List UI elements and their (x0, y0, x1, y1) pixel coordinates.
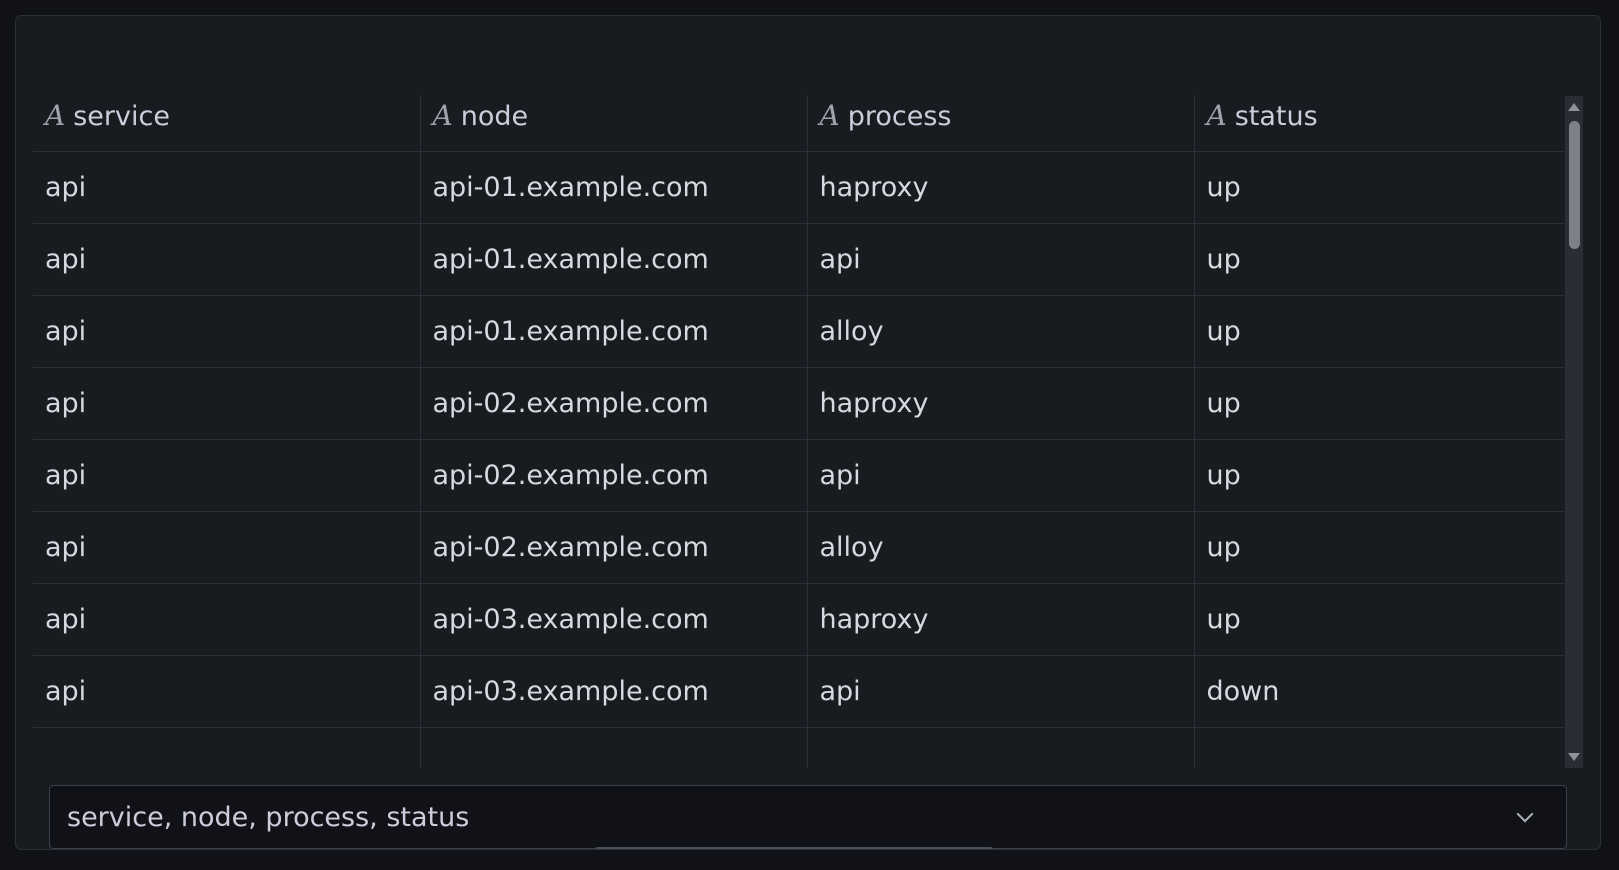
cell-node: api-02.example.com (420, 439, 808, 512)
cell-service: api (33, 367, 421, 440)
table-row-partial (33, 727, 1581, 768)
cell-node: api-01.example.com (420, 223, 808, 296)
chevron-down-icon[interactable] (1516, 805, 1534, 823)
column-header-label: node (460, 101, 529, 132)
cell-empty (807, 727, 1195, 768)
table-row: api api-03.example.com api down (33, 655, 1581, 728)
cell-process: alloy (807, 511, 1195, 584)
data-table: Aservice Anode Aprocess Astatus api api-… (33, 95, 1581, 768)
cell-process: api (807, 655, 1195, 728)
table-row: api api-01.example.com haproxy up (33, 151, 1581, 224)
cell-service: api (33, 655, 421, 728)
table-panel: Aservice Anode Aprocess Astatus api api-… (15, 15, 1601, 850)
string-type-icon: A (819, 99, 840, 132)
cell-service: api (33, 295, 421, 368)
field-select-value: service, node, process, status (67, 801, 470, 833)
column-header-process[interactable]: Aprocess (807, 95, 1195, 152)
cell-service: api (33, 439, 421, 512)
vertical-scrollbar-thumb[interactable] (1569, 121, 1580, 249)
cell-service: api (33, 151, 421, 224)
column-header-label: status (1234, 101, 1318, 132)
string-type-icon: A (45, 99, 66, 132)
cell-node: api-01.example.com (420, 295, 808, 368)
cell-empty (33, 727, 421, 768)
cell-process: api (807, 223, 1195, 296)
cell-node: api-02.example.com (420, 511, 808, 584)
cell-status: up (1194, 367, 1581, 440)
string-type-icon: A (432, 99, 453, 132)
table-row: api api-01.example.com alloy up (33, 295, 1581, 368)
cell-process: haproxy (807, 367, 1195, 440)
table-viewport[interactable]: Aservice Anode Aprocess Astatus api api-… (33, 95, 1600, 768)
cell-status: up (1194, 583, 1581, 656)
cell-node: api-02.example.com (420, 367, 808, 440)
cell-status: up (1194, 511, 1581, 584)
cell-service: api (33, 583, 421, 656)
table-row: api api-02.example.com haproxy up (33, 367, 1581, 440)
cell-node: api-03.example.com (420, 655, 808, 728)
cell-status: up (1194, 151, 1581, 224)
column-header-label: process (847, 101, 952, 132)
cell-process: api (807, 439, 1195, 512)
column-header-label: service (73, 101, 170, 132)
cell-node: api-03.example.com (420, 583, 808, 656)
table-row: api api-01.example.com api up (33, 223, 1581, 296)
vertical-scrollbar[interactable] (1565, 96, 1583, 768)
cell-node: api-01.example.com (420, 151, 808, 224)
cell-status: up (1194, 439, 1581, 512)
cell-process: alloy (807, 295, 1195, 368)
cell-service: api (33, 223, 421, 296)
cell-process: haproxy (807, 151, 1195, 224)
column-header-status[interactable]: Astatus (1194, 95, 1581, 152)
string-type-icon: A (1206, 99, 1227, 132)
column-header-service[interactable]: Aservice (33, 95, 421, 152)
cell-service: api (33, 511, 421, 584)
cell-empty (1194, 727, 1581, 768)
cell-status: up (1194, 223, 1581, 296)
table-row: api api-02.example.com alloy up (33, 511, 1581, 584)
table-row: api api-03.example.com haproxy up (33, 583, 1581, 656)
scroll-up-arrow-icon[interactable] (1568, 103, 1580, 111)
scroll-down-arrow-icon[interactable] (1568, 753, 1580, 761)
field-select[interactable]: service, node, process, status (49, 785, 1567, 849)
column-header-node[interactable]: Anode (420, 95, 808, 152)
cell-process: haproxy (807, 583, 1195, 656)
horizontal-scrollbar-thumb[interactable] (594, 847, 994, 849)
cell-status: down (1194, 655, 1581, 728)
cell-empty (420, 727, 808, 768)
cell-status: up (1194, 295, 1581, 368)
header-row: Aservice Anode Aprocess Astatus (33, 95, 1581, 152)
table-row: api api-02.example.com api up (33, 439, 1581, 512)
